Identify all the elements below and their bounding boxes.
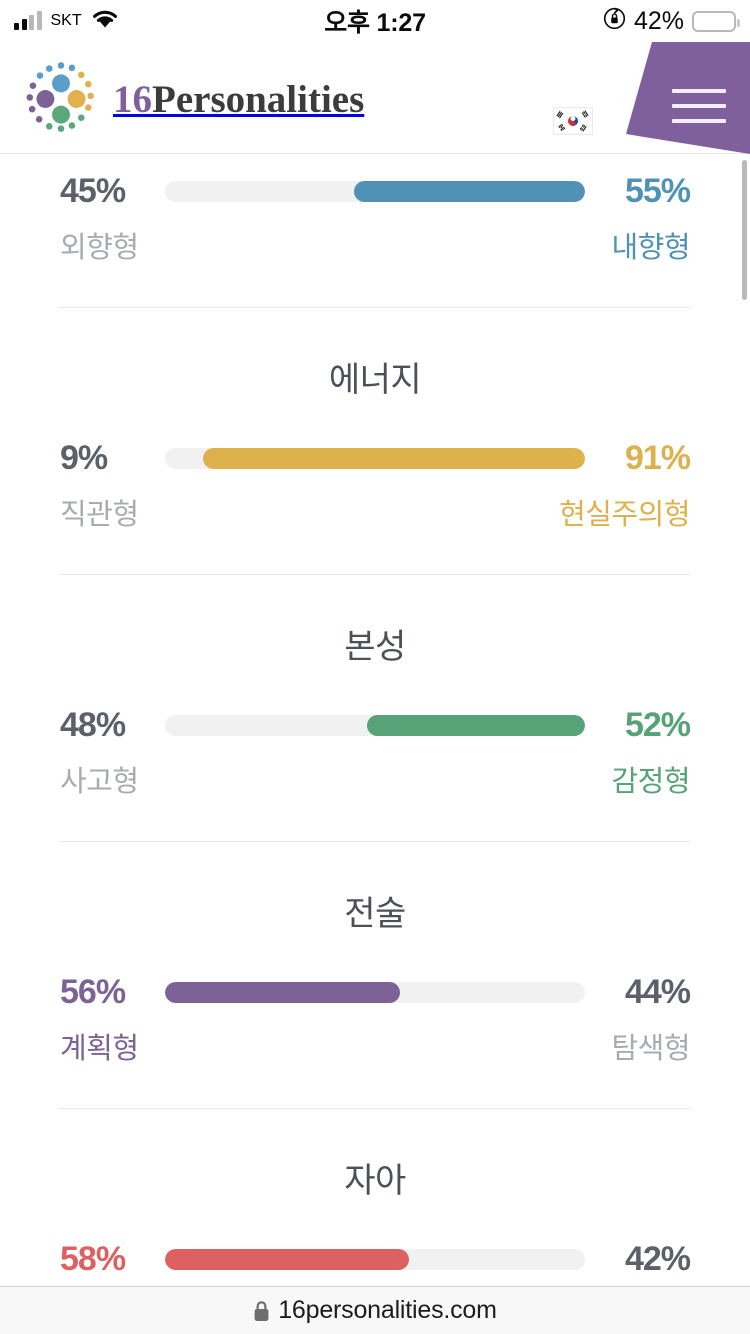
trait-right-percent: 42% xyxy=(624,1240,691,1278)
logo-number: 16 xyxy=(113,77,152,121)
trait-section-title: 전술 xyxy=(344,895,406,933)
korea-flag-icon[interactable] xyxy=(553,107,593,135)
trait-bar-track xyxy=(165,981,585,1003)
trait-labels: 외향형 내향형 xyxy=(60,234,690,263)
trait-right-label: 현실주의형 xyxy=(559,499,690,531)
trait-bar-row: 9% 91% xyxy=(60,439,691,477)
trait-right-percent: 44% xyxy=(624,973,691,1011)
secure-lock-icon xyxy=(253,1300,270,1322)
rotation-lock-icon xyxy=(603,7,626,35)
trait-bar-fill xyxy=(165,981,401,1003)
trait-bar-track xyxy=(165,1248,585,1270)
trait-right-percent: 52% xyxy=(624,706,691,744)
trait-bar-row: 48% 52% xyxy=(60,706,691,744)
trait-left-percent: 56% xyxy=(60,973,126,1011)
site-logo-text: 16Personalities xyxy=(113,80,364,119)
ios-status-bar: SKT 오후 1:27 42% xyxy=(0,0,750,42)
trait-bar-row: 56% 44% xyxy=(60,973,691,1011)
trait-block-tactics: 전술 56% 44% 계획형 탐색형 xyxy=(60,842,691,1109)
trait-bar-fill xyxy=(354,180,585,202)
url-text: 16personalities.com xyxy=(278,1296,497,1324)
status-bar-clock: 오후 1:27 xyxy=(324,9,426,37)
trait-block-energy: 에너지 9% 91% 직관형 현실주의형 xyxy=(60,308,691,575)
phone-screen: SKT 오후 1:27 42% 16Personalities 45% 55% … xyxy=(0,0,750,1334)
status-bar-right: 42% xyxy=(603,0,740,42)
trait-right-percent: 91% xyxy=(624,439,691,477)
trait-bar-track xyxy=(165,447,585,469)
results-content: 45% 55% 외향형 내향형 에너지 9% 91% 직관형 현실주의형 본성 … xyxy=(0,154,750,1334)
trait-right-label: 감정형 xyxy=(611,766,690,798)
trait-left-label: 계획형 xyxy=(60,1033,139,1065)
site-logo[interactable]: 16Personalities xyxy=(22,60,364,138)
trait-bar-track xyxy=(165,714,585,736)
trait-bar-row: 45% 55% xyxy=(60,172,691,210)
trait-left-percent: 58% xyxy=(60,1240,126,1278)
trait-bar-track xyxy=(165,180,585,202)
browser-url-bar[interactable]: 16personalities.com xyxy=(0,1286,750,1334)
trait-bar-fill xyxy=(165,1248,409,1270)
trait-labels: 계획형 탐색형 xyxy=(60,1035,690,1064)
trait-right-label: 탐색형 xyxy=(611,1033,690,1065)
battery-icon xyxy=(692,10,740,32)
trait-bar-row: 58% 42% xyxy=(60,1240,691,1278)
trait-labels: 직관형 현실주의형 xyxy=(60,501,690,530)
battery-percentage: 42% xyxy=(633,6,684,35)
hamburger-menu-icon xyxy=(672,89,726,123)
site-header: 16Personalities xyxy=(0,42,750,154)
trait-bar-fill xyxy=(366,714,585,736)
trait-block-identity: 자아 58% 42% xyxy=(60,1109,691,1278)
trait-section-title: 본성 xyxy=(344,628,406,666)
trait-right-label: 내향형 xyxy=(611,232,690,264)
trait-left-percent: 9% xyxy=(60,439,108,477)
trait-right-percent: 55% xyxy=(624,172,691,210)
trait-left-label: 직관형 xyxy=(60,499,139,531)
trait-left-percent: 48% xyxy=(60,706,126,744)
personality-dots-logo-icon xyxy=(22,60,100,138)
page-scrollbar[interactable] xyxy=(742,160,747,300)
trait-section-title: 자아 xyxy=(344,1162,406,1200)
menu-button[interactable] xyxy=(620,42,750,154)
trait-block-nature: 본성 48% 52% 사고형 감정형 xyxy=(60,575,691,842)
logo-word: Personalities xyxy=(152,77,365,121)
trait-left-percent: 45% xyxy=(60,172,126,210)
trait-section-title: 에너지 xyxy=(328,361,422,399)
trait-left-label: 사고형 xyxy=(60,766,139,798)
trait-labels: 사고형 감정형 xyxy=(60,768,690,797)
trait-block-mind: 45% 55% 외향형 내향형 xyxy=(60,154,691,308)
trait-left-label: 외향형 xyxy=(60,232,139,264)
trait-bar-fill xyxy=(202,447,585,469)
